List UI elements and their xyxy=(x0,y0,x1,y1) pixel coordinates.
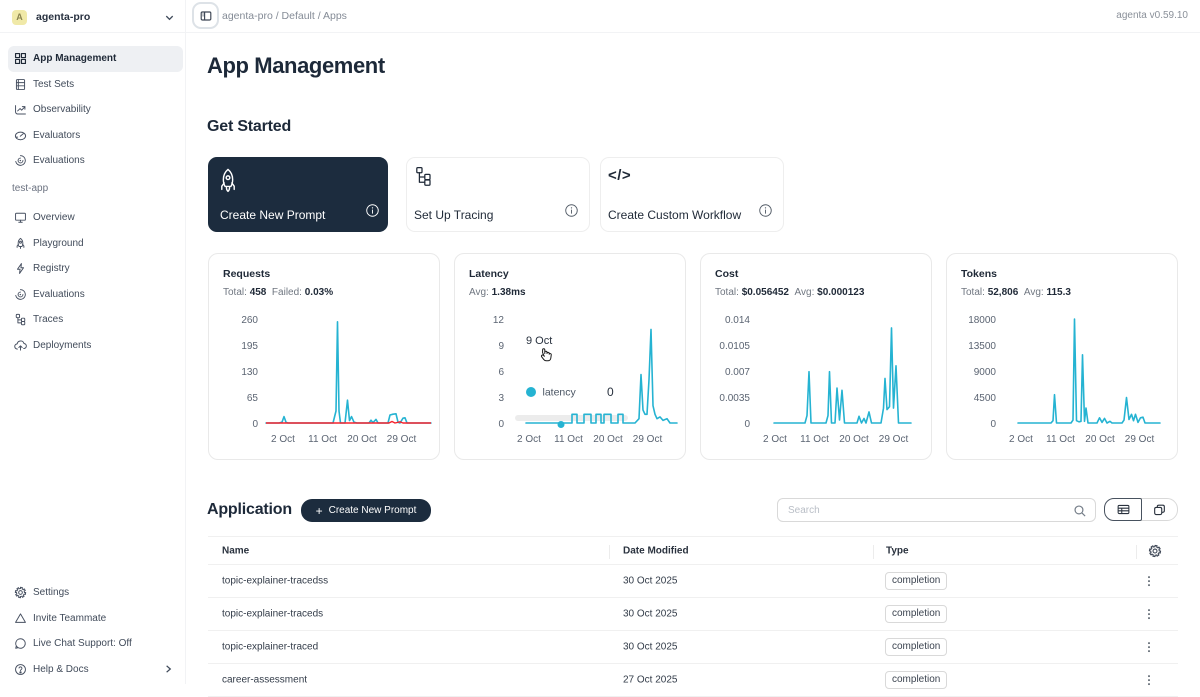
svg-text:18000: 18000 xyxy=(968,315,996,326)
svg-text:0.014: 0.014 xyxy=(725,315,750,326)
svg-text:20 Oct: 20 Oct xyxy=(347,434,377,445)
svg-text:0: 0 xyxy=(252,419,258,430)
svg-text:latency: latency xyxy=(543,387,577,399)
svg-text:13500: 13500 xyxy=(968,341,996,352)
svg-text:65: 65 xyxy=(247,393,259,404)
svg-text:0: 0 xyxy=(498,419,504,430)
svg-text:2 Oct: 2 Oct xyxy=(1009,434,1033,445)
svg-text:0: 0 xyxy=(990,419,996,430)
svg-text:11 Oct: 11 Oct xyxy=(308,434,337,445)
svg-text:0: 0 xyxy=(744,419,750,430)
svg-text:2 Oct: 2 Oct xyxy=(763,434,787,445)
svg-text:9 Oct: 9 Oct xyxy=(526,335,552,347)
svg-text:20 Oct: 20 Oct xyxy=(1085,434,1115,445)
svg-text:6: 6 xyxy=(498,367,504,378)
svg-text:130: 130 xyxy=(241,367,258,378)
svg-text:2 Oct: 2 Oct xyxy=(271,434,295,445)
svg-text:12: 12 xyxy=(493,315,505,326)
svg-text:2 Oct: 2 Oct xyxy=(517,434,541,445)
svg-text:29 Oct: 29 Oct xyxy=(879,434,909,445)
svg-text:29 Oct: 29 Oct xyxy=(1125,434,1155,445)
svg-text:20 Oct: 20 Oct xyxy=(839,434,869,445)
svg-text:20 Oct: 20 Oct xyxy=(593,434,623,445)
svg-text:195: 195 xyxy=(241,341,258,352)
svg-text:29 Oct: 29 Oct xyxy=(387,434,417,445)
svg-text:0.0035: 0.0035 xyxy=(719,393,750,404)
svg-text:0.007: 0.007 xyxy=(725,367,750,378)
svg-text:4500: 4500 xyxy=(974,393,997,404)
svg-text:11 Oct: 11 Oct xyxy=(554,434,583,445)
svg-text:29 Oct: 29 Oct xyxy=(633,434,663,445)
svg-text:9: 9 xyxy=(498,341,504,352)
svg-text:0: 0 xyxy=(607,385,614,399)
svg-text:0.0105: 0.0105 xyxy=(719,341,750,352)
svg-text:11 Oct: 11 Oct xyxy=(800,434,829,445)
svg-text:3: 3 xyxy=(498,393,504,404)
svg-text:9000: 9000 xyxy=(974,367,997,378)
svg-text:11 Oct: 11 Oct xyxy=(1046,434,1075,445)
svg-text:260: 260 xyxy=(241,315,258,326)
